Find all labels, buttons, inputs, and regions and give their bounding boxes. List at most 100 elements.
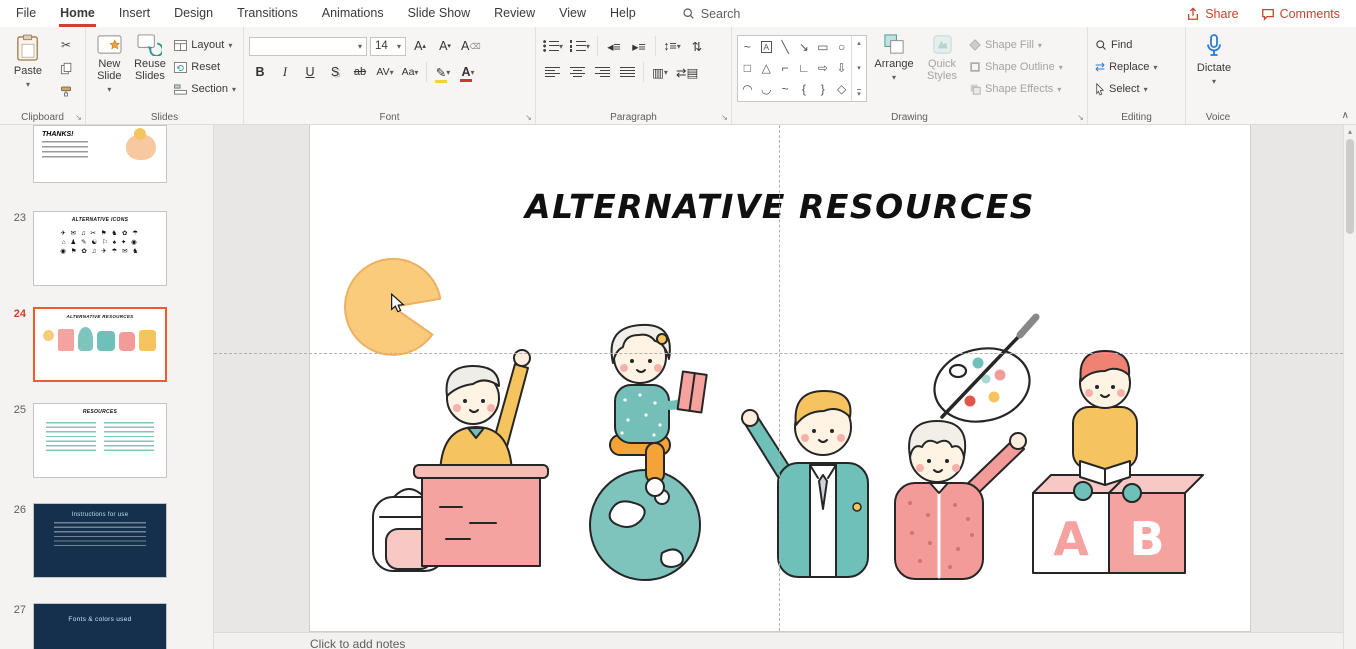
thumbnail-slide-24[interactable]: 24 ALTERNATIVE RESOURCES: [6, 307, 213, 382]
thumbnail-preview[interactable]: THANKS!: [33, 125, 167, 183]
shape-oval-icon[interactable]: ○: [838, 40, 845, 54]
shape-curve-icon[interactable]: ◡: [761, 82, 771, 96]
copy-button[interactable]: [55, 58, 77, 78]
shape-arrow-line-icon[interactable]: ↘: [799, 40, 809, 54]
clear-formatting-button[interactable]: A⌫: [459, 36, 483, 56]
new-slide-button[interactable]: New Slide ▾: [91, 30, 128, 96]
shapes-gallery[interactable]: ~ A ╲ ↘ ▭ ○ □ △ ⌐ ∟ ⇨ ⇩ ◠ ◡ ~ { }: [737, 35, 867, 102]
comments-button[interactable]: Comments: [1261, 7, 1340, 21]
tab-help[interactable]: Help: [598, 0, 648, 27]
thumbnail-preview[interactable]: RESOURCES: [33, 403, 167, 478]
thumbnail-slide-22[interactable]: THANKS!: [6, 125, 213, 183]
thumbnail-slide-23[interactable]: 23 ALTERNATIVE ICONS ✈ ✉ ♫ ✂ ⚑ ♞ ✿ ☂ ⌂ ♟…: [6, 211, 213, 286]
boy-at-desk-illustration[interactable]: [373, 350, 548, 571]
shapes-more-icon[interactable]: ▾: [857, 89, 861, 98]
shape-triangle-icon[interactable]: △: [762, 61, 771, 75]
shape-line-icon[interactable]: ╲: [781, 40, 788, 54]
shape-down-arrow-icon[interactable]: ⇩: [837, 61, 847, 75]
tab-transitions[interactable]: Transitions: [225, 0, 310, 27]
clipboard-dialog-launcher[interactable]: ↘: [75, 114, 82, 122]
font-dialog-launcher[interactable]: ↘: [525, 114, 532, 122]
shape-elbow-arrow-icon[interactable]: ∟: [798, 61, 810, 75]
section-button[interactable]: Section▾: [172, 79, 238, 99]
font-size-combo[interactable]: 14▾: [370, 37, 406, 56]
thumbnail-preview[interactable]: Instructions for use: [33, 503, 167, 578]
paste-button[interactable]: Paste ▾: [5, 30, 51, 91]
decrease-indent-button[interactable]: ◂≡: [603, 36, 625, 56]
slide-editing-canvas[interactable]: ALTERNATIVE RESOURCES: [214, 125, 1343, 649]
increase-indent-button[interactable]: ▸≡: [628, 36, 650, 56]
shape-scribble-icon[interactable]: ~: [782, 82, 789, 96]
thumbnail-preview[interactable]: Fonts & colors used: [33, 603, 167, 649]
align-center-button[interactable]: [566, 62, 588, 82]
shape-effects-button[interactable]: Shape Effects▾: [967, 79, 1065, 99]
find-button[interactable]: Find: [1093, 35, 1159, 55]
cut-button[interactable]: ✂: [55, 35, 77, 55]
quick-styles-button[interactable]: Quick Styles: [921, 30, 963, 82]
tab-review[interactable]: Review: [482, 0, 547, 27]
shape-elbow-connector-icon[interactable]: ⌐: [782, 61, 789, 75]
underline-button[interactable]: U: [299, 62, 321, 82]
tab-view[interactable]: View: [547, 0, 598, 27]
boy-on-blocks-illustration[interactable]: A B: [1033, 351, 1203, 573]
shape-outline-button[interactable]: Shape Outline▾: [967, 57, 1065, 77]
search-box[interactable]: Search: [682, 7, 741, 21]
palette-illustration[interactable]: [928, 317, 1037, 430]
format-painter-button[interactable]: [55, 81, 77, 101]
drawing-dialog-launcher[interactable]: ↘: [1077, 114, 1084, 122]
align-right-button[interactable]: [591, 62, 613, 82]
text-shadow-button[interactable]: S: [324, 62, 346, 82]
thumbnail-slide-27[interactable]: 27 Fonts & colors used: [6, 603, 213, 649]
font-name-combo[interactable]: ▾: [249, 37, 367, 56]
thumbnail-preview[interactable]: ALTERNATIVE RESOURCES: [33, 307, 167, 382]
slide-title-text[interactable]: ALTERNATIVE RESOURCES: [310, 187, 1250, 226]
replace-button[interactable]: ⇄ Replace▾: [1093, 57, 1159, 77]
tab-design[interactable]: Design: [162, 0, 225, 27]
reuse-slides-button[interactable]: Reuse Slides: [132, 30, 169, 82]
text-direction-button[interactable]: ⇅: [686, 36, 708, 56]
shape-freeform-icon[interactable]: ~: [744, 40, 751, 54]
shapes-scroll-up-icon[interactable]: ▴: [857, 39, 861, 47]
columns-button[interactable]: ▥▾: [649, 62, 671, 82]
bullets-button[interactable]: ▾: [541, 36, 565, 56]
shape-diamond-icon[interactable]: ◇: [837, 82, 846, 96]
scrollbar-thumb[interactable]: [1346, 139, 1354, 234]
thumbnail-slide-25[interactable]: 25 RESOURCES: [6, 403, 213, 478]
reset-button[interactable]: Reset: [172, 57, 238, 77]
shape-right-brace-icon[interactable]: }: [821, 82, 825, 96]
share-button[interactable]: Share: [1186, 7, 1238, 21]
scroll-up-icon[interactable]: ▴: [1348, 127, 1352, 136]
bold-button[interactable]: B: [249, 62, 271, 82]
shape-left-brace-icon[interactable]: {: [802, 82, 806, 96]
tab-slide-show[interactable]: Slide Show: [396, 0, 483, 27]
align-left-button[interactable]: [541, 62, 563, 82]
font-color-button[interactable]: A▾: [457, 62, 479, 82]
select-button[interactable]: Select▾: [1093, 79, 1159, 99]
justify-button[interactable]: [616, 62, 638, 82]
slide-canvas[interactable]: ALTERNATIVE RESOURCES: [310, 125, 1250, 631]
convert-to-smartart-button[interactable]: ⇄▤: [674, 62, 700, 82]
shape-rounded-rectangle-icon[interactable]: □: [744, 61, 751, 75]
italic-button[interactable]: I: [274, 62, 296, 82]
shape-right-arrow-icon[interactable]: ⇨: [818, 61, 828, 75]
tab-file[interactable]: File: [4, 0, 48, 27]
tab-animations[interactable]: Animations: [310, 0, 396, 27]
numbering-button[interactable]: ▾: [568, 36, 592, 56]
thumbnail-slide-26[interactable]: 26 Instructions for use: [6, 503, 213, 578]
notes-pane[interactable]: Click to add notes: [214, 632, 1343, 649]
vertical-guide[interactable]: [779, 125, 780, 631]
shape-arc-icon[interactable]: ◠: [742, 82, 752, 96]
tab-home[interactable]: Home: [48, 0, 107, 27]
shrink-font-button[interactable]: A▾: [434, 36, 456, 56]
collapse-ribbon-button[interactable]: ∧: [1342, 110, 1349, 121]
shapes-scroll-down-icon[interactable]: ▾: [857, 64, 861, 72]
vertical-scrollbar[interactable]: ▴: [1343, 125, 1356, 649]
dictate-button[interactable]: Dictate ▾: [1191, 30, 1237, 88]
change-case-button[interactable]: Aa▾: [399, 62, 421, 82]
shape-fill-button[interactable]: Shape Fill▾: [967, 35, 1065, 55]
grow-font-button[interactable]: A▴: [409, 36, 431, 56]
tab-insert[interactable]: Insert: [107, 0, 162, 27]
shape-textbox-icon[interactable]: A: [761, 41, 772, 53]
arrange-button[interactable]: Arrange ▾: [871, 30, 917, 84]
line-spacing-button[interactable]: ↕≡▾: [661, 36, 683, 56]
